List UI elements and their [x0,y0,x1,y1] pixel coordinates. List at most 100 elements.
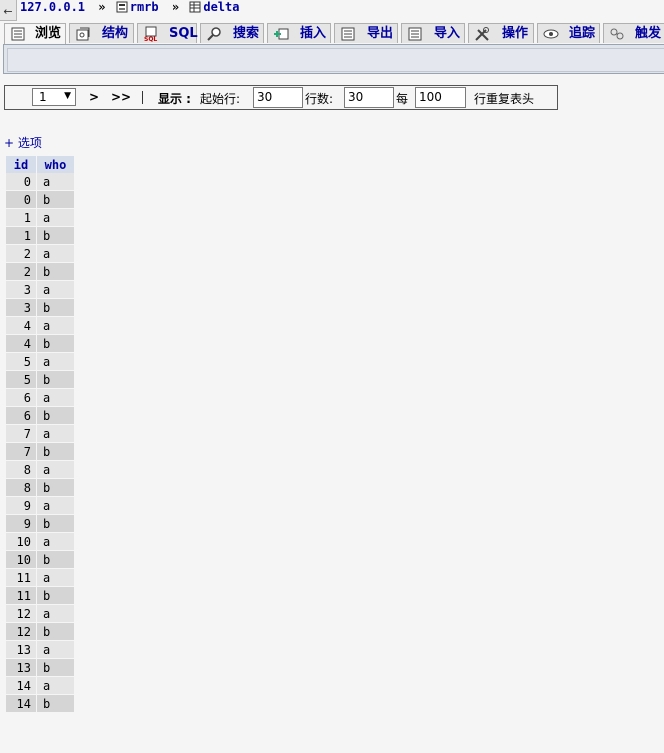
last-page-button[interactable]: >> [111,90,131,104]
table-row: 6a [6,389,74,407]
cell-who: b [36,443,74,461]
start-row-label: 起始行: [200,92,241,106]
table-row: 6b [6,407,74,425]
cell-id: 4 [6,335,36,353]
tab-label: 浏览 [35,26,62,41]
cell-who: a [36,281,74,299]
cell-id: 12 [6,605,36,623]
column-header-who[interactable]: who [36,156,74,173]
cell-who: a [36,209,74,227]
repeat-header-label: 行重复表头 [474,92,535,106]
tab-sql[interactable]: SQL SQL [137,23,198,43]
table-row: 3a [6,281,74,299]
table-row: 7a [6,425,74,443]
back-arrow-icon[interactable]: ← [0,0,17,21]
table-row: 0b [6,191,74,209]
tab-label: 触发 [635,26,662,41]
breadcrumb-database[interactable]: rmrb [130,0,159,14]
cell-id: 8 [6,461,36,479]
cell-who: b [36,407,74,425]
results-table: id who 0a0b1a1b2a2b3a3b4a4b5a5b6a6b7a7b8… [6,156,74,713]
start-row-input[interactable]: 30 [253,87,303,108]
svg-text:SQL: SQL [144,36,157,42]
cell-id: 12 [6,623,36,641]
table-row: 4b [6,335,74,353]
cell-id: 2 [6,263,36,281]
cell-who: a [36,533,74,551]
show-label: 显示 : [158,92,191,106]
cell-who: a [36,677,74,695]
tab-panel [3,44,664,74]
table-row: 9b [6,515,74,533]
sql-icon: SQL [143,26,159,43]
tab-search[interactable]: 搜索 [200,23,264,43]
rows-label: 行数: [305,92,334,106]
structure-icon [75,26,91,42]
database-icon [116,1,128,17]
tab-label: 插入 [300,26,327,41]
repeat-header-input[interactable]: 100 [415,87,466,108]
tab-export[interactable]: 导出 [334,23,398,43]
cell-id: 4 [6,317,36,335]
table-row: 8a [6,461,74,479]
tab-browse[interactable]: 浏览 [4,23,66,44]
cell-id: 0 [6,191,36,209]
page-select[interactable]: 1 ▼ [32,88,76,106]
nav-divider [142,91,143,104]
cell-who: a [36,497,74,515]
cell-who: b [36,191,74,209]
cell-who: b [36,263,74,281]
table-row: 11 b [6,587,74,605]
breadcrumb: ← 127.0.0.1 » rmrb » delta [0,0,664,21]
chevron-down-icon: ▼ [64,91,71,101]
pagination-bar: 1 ▼ > >> 显示 : 起始行: 30 行数: 30 每 100 行重复表头 [4,85,558,110]
breadcrumb-table[interactable]: delta [203,0,239,14]
cell-who: a [36,425,74,443]
cell-id: 0 [6,173,36,191]
cell-id: 9 [6,515,36,533]
rows-input[interactable]: 30 [344,87,394,108]
table-row: 4a [6,317,74,335]
table-row: 14 a [6,677,74,695]
cell-who: b [36,623,74,641]
cell-id: 3 [6,299,36,317]
table-row: 9a [6,497,74,515]
tab-label: 搜索 [233,26,260,41]
table-row: 7b [6,443,74,461]
tab-operations[interactable]: 操作 [468,23,534,43]
cell-who: a [36,605,74,623]
tab-structure[interactable]: 结构 [69,23,134,43]
operations-icon [474,26,490,42]
table-row: 3b [6,299,74,317]
cell-who: a [36,569,74,587]
cell-id: 2 [6,245,36,263]
tab-import[interactable]: 导入 [401,23,465,43]
breadcrumb-separator: » [98,0,106,14]
insert-icon [273,26,289,42]
tab-insert[interactable]: 插入 [267,23,331,43]
import-icon [407,26,423,42]
cell-who: b [36,299,74,317]
table-row: 2b [6,263,74,281]
options-toggle-link[interactable]: + 选项 [4,134,42,151]
tab-tracking[interactable]: 追踪 [537,23,600,43]
cell-id: 10 [6,551,36,569]
page-select-value: 1 [39,90,47,104]
table-row: 13 a [6,641,74,659]
cell-id: 10 [6,533,36,551]
cell-who: b [36,227,74,245]
table-row: 11 a [6,569,74,587]
next-page-button[interactable]: > [89,90,99,104]
cell-who: a [36,173,74,191]
breadcrumb-separator: » [171,0,180,14]
table-row: 10 b [6,551,74,569]
column-header-id[interactable]: id [6,156,36,173]
cell-who: b [36,479,74,497]
cell-who: b [36,659,74,677]
table-row: 1a [6,209,74,227]
tab-triggers[interactable]: 触发 [603,23,664,43]
tracking-icon [543,26,559,42]
breadcrumb-server[interactable]: 127.0.0.1 [20,0,85,14]
table-row: 2a [6,245,74,263]
table-row: 5b [6,371,74,389]
